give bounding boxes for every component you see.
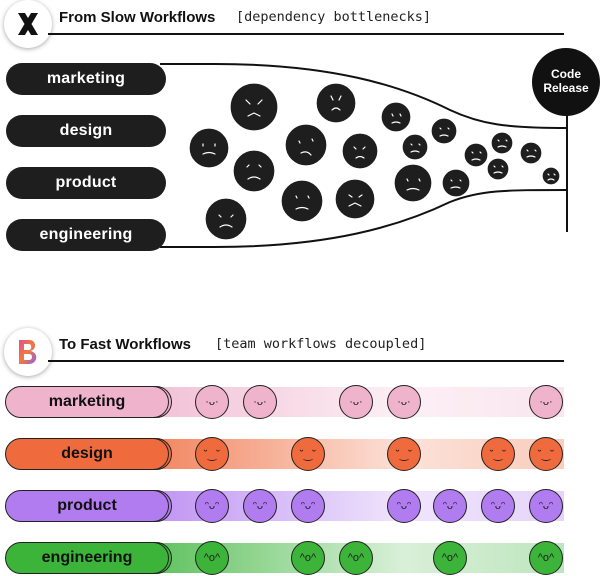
lane-pill-engineering: engineering bbox=[5, 542, 169, 574]
blocked-task-bubble bbox=[280, 179, 324, 223]
bottom-subtitle: [team workflows decoupled] bbox=[215, 336, 427, 352]
happy-task-bubble: ·ᴗ· bbox=[529, 385, 563, 419]
happy-task-bubble: ᵔᴗᵔ bbox=[291, 489, 325, 523]
blocked-task-bubble bbox=[441, 168, 471, 198]
top-subtitle: [dependency bottlenecks] bbox=[236, 9, 432, 25]
happy-task-bubble: ˘‿˘ bbox=[387, 437, 421, 471]
happy-task-bubble: ˘‿˘ bbox=[529, 437, 563, 471]
top-divider bbox=[48, 33, 564, 35]
lane-pill-marketing: marketing bbox=[5, 386, 169, 418]
top-title: From Slow Workflows bbox=[59, 9, 216, 26]
blocked-task-bubble bbox=[541, 166, 561, 186]
blocked-task-bubble bbox=[232, 149, 276, 193]
happy-task-bubble: ᵔᴗᵔ bbox=[243, 489, 277, 523]
happy-task-bubble: ˘‿˘ bbox=[195, 437, 229, 471]
happy-task-bubble: ^o^ bbox=[339, 541, 373, 575]
blocked-task-bubble bbox=[393, 163, 433, 203]
bottom-divider bbox=[48, 360, 564, 362]
happy-task-bubble: ^o^ bbox=[291, 541, 325, 575]
happy-task-bubble: ^o^ bbox=[195, 541, 229, 575]
lane-engineering: engineering ^o^ ^o^ ^o^ ^o^ ^o^ bbox=[0, 540, 600, 576]
blocked-task-bubble bbox=[204, 197, 248, 241]
blocked-task-bubble bbox=[229, 82, 279, 132]
code-release-label: Code Release bbox=[531, 67, 600, 95]
blocked-task-bubble bbox=[463, 142, 489, 168]
blocked-task-bubble bbox=[284, 123, 328, 167]
happy-task-bubble: ᵔᴗᵔ bbox=[387, 489, 421, 523]
happy-task-bubble: ·ᴗ· bbox=[195, 385, 229, 419]
happy-task-bubble: ˘‿˘ bbox=[291, 437, 325, 471]
team-pill-engineering: engineering bbox=[6, 219, 166, 251]
blocked-task-bubble bbox=[519, 141, 543, 165]
team-pill-marketing: marketing bbox=[6, 63, 166, 95]
blocked-task-bubble bbox=[334, 178, 376, 220]
blocked-task-bubble bbox=[188, 127, 230, 169]
blocked-task-bubble bbox=[486, 157, 510, 181]
happy-task-bubble: ˘‿˘ bbox=[481, 437, 515, 471]
lane-product: product ᵔᴗᵔ ᵔᴗᵔ ᵔᴗᵔ ᵔᴗᵔ ᵔᴗᵔ ᵔᴗᵔ ᵔᴗᵔ bbox=[0, 488, 600, 524]
blocked-task-bubble bbox=[315, 82, 357, 124]
blocked-task-bubble bbox=[430, 117, 458, 145]
happy-task-bubble: ^o^ bbox=[529, 541, 563, 575]
happy-task-bubble: ·ᴗ· bbox=[387, 385, 421, 419]
lane-marketing: marketing ·ᴗ· ·ᴗ· ·ᴗ· ·ᴗ· ·ᴗ· bbox=[0, 384, 600, 420]
happy-task-bubble: ·ᴗ· bbox=[339, 385, 373, 419]
happy-task-bubble: ^o^ bbox=[433, 541, 467, 575]
blocked-task-bubble bbox=[401, 133, 429, 161]
lane-pill-product: product bbox=[5, 490, 169, 522]
blocked-task-bubble bbox=[380, 101, 412, 133]
happy-task-bubble: ᵔᴗᵔ bbox=[433, 489, 467, 523]
happy-task-bubble: ᵔᴗᵔ bbox=[481, 489, 515, 523]
blocked-task-bubble bbox=[341, 132, 379, 170]
happy-task-bubble: ᵔᴗᵔ bbox=[195, 489, 229, 523]
blocked-task-bubble bbox=[490, 131, 514, 155]
lane-pill-design: design bbox=[5, 438, 169, 470]
team-pill-design: design bbox=[6, 115, 166, 147]
brand-b-logo-icon bbox=[4, 328, 52, 376]
happy-task-bubble: ·ᴗ· bbox=[243, 385, 277, 419]
team-pill-product: product bbox=[6, 167, 166, 199]
happy-task-bubble: ᵔᴗᵔ bbox=[529, 489, 563, 523]
code-release-line1: Code bbox=[551, 67, 581, 81]
code-release-line2: Release bbox=[543, 81, 589, 95]
bottom-title: To Fast Workflows bbox=[59, 336, 191, 353]
lane-design: design ˘‿˘ ˘‿˘ ˘‿˘ ˘‿˘ ˘‿˘ bbox=[0, 436, 600, 472]
